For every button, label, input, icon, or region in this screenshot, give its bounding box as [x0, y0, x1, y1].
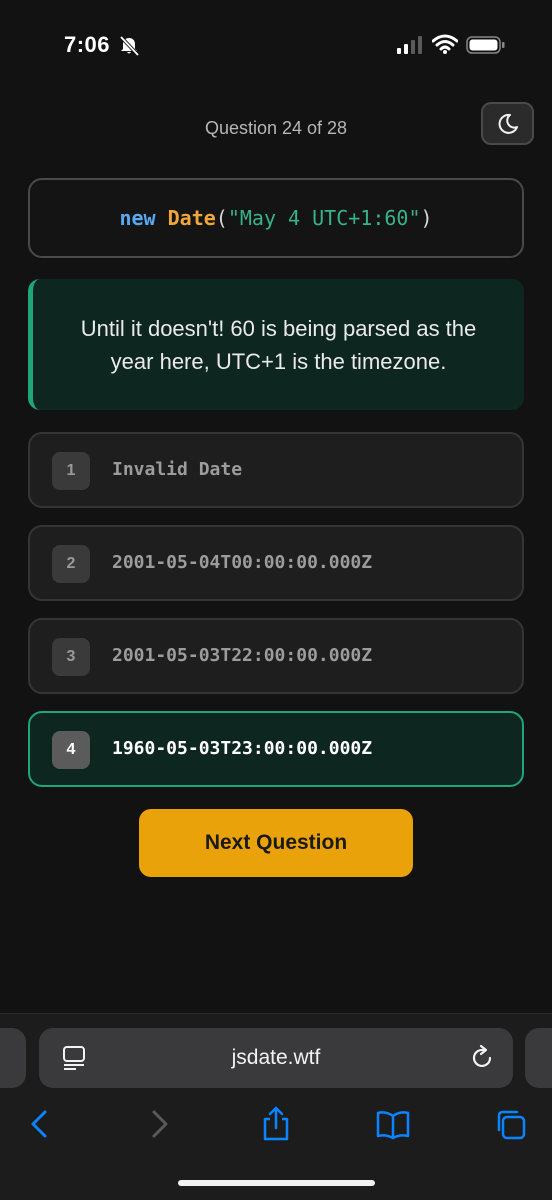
option-number: 3 — [52, 638, 90, 676]
next-tab-peek[interactable] — [525, 1028, 552, 1088]
code-close-paren: ) — [420, 206, 433, 230]
status-bar: 7:06 — [0, 0, 552, 90]
answer-option-2[interactable]: 2 2001-05-04T00:00:00.000Z — [28, 525, 524, 601]
battery-icon — [466, 36, 505, 54]
browser-bar: jsdate.wtf — [0, 1013, 552, 1200]
home-indicator — [178, 1180, 375, 1186]
back-icon[interactable] — [23, 1106, 57, 1142]
page: 7:06 Question 24 of 28 new Date ("May 4… — [0, 0, 552, 1200]
wifi-icon — [432, 34, 458, 54]
option-text: 2001-05-04T00:00:00.000Z — [112, 552, 373, 573]
option-text: 2001-05-03T22:00:00.000Z — [112, 645, 373, 666]
code-open-paren: ( — [215, 206, 228, 230]
option-text: 1960-05-03T23:00:00.000Z — [112, 738, 373, 759]
option-text: Invalid Date — [112, 459, 243, 480]
answer-option-4-correct[interactable]: 4 1960-05-03T23:00:00.000Z — [28, 711, 524, 787]
answer-option-3[interactable]: 3 2001-05-03T22:00:00.000Z — [28, 618, 524, 694]
option-number: 4 — [52, 731, 90, 769]
option-number: 2 — [52, 545, 90, 583]
theme-toggle-button[interactable] — [481, 102, 534, 145]
moon-icon — [498, 113, 518, 134]
url-text: jsdate.wtf — [231, 1046, 321, 1069]
option-number: 1 — [52, 452, 90, 490]
explanation-text: Until it doesn't! 60 is being parsed as … — [80, 315, 477, 374]
tabs-icon[interactable] — [494, 1106, 528, 1142]
next-question-button[interactable]: Next Question — [139, 809, 413, 877]
cellular-signal-icon — [397, 36, 422, 54]
answer-option-1[interactable]: 1 Invalid Date — [28, 432, 524, 508]
forward-icon[interactable] — [142, 1106, 176, 1142]
bell-muted-icon — [119, 36, 140, 56]
reload-icon[interactable] — [470, 1044, 496, 1072]
share-icon[interactable] — [259, 1106, 293, 1142]
code-argument: "May 4 UTC+1:60" — [227, 206, 421, 230]
code-keyword: new — [119, 206, 156, 230]
answer-explanation: Until it doesn't! 60 is being parsed as … — [28, 279, 524, 410]
status-time: 7:06 — [64, 32, 111, 57]
previous-tab-peek[interactable] — [0, 1028, 26, 1088]
code-expression: new Date("May 4 UTC+1:60") — [28, 178, 524, 258]
code-class-name: Date — [167, 206, 216, 230]
address-bar[interactable]: jsdate.wtf — [39, 1028, 513, 1088]
bookmarks-icon[interactable] — [376, 1106, 410, 1142]
question-counter: Question 24 of 28 — [204, 118, 348, 138]
